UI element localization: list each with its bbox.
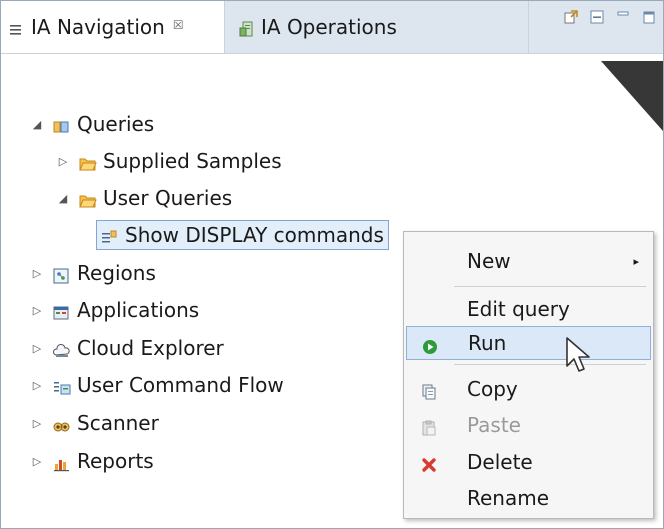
- tab-bar: IA Navigation ☒ IA Operations: [1, 1, 663, 54]
- view-toolbar: [563, 9, 657, 25]
- menu-item-label: New: [467, 249, 511, 273]
- tree-item-regions[interactable]: ▷ Regions: [31, 256, 156, 290]
- menu-item-label: Copy: [467, 377, 518, 401]
- tree-item-label: Cloud Explorer: [77, 336, 224, 360]
- operations-icon: [239, 19, 253, 37]
- collapsed-twisty-icon[interactable]: ▷: [31, 417, 43, 430]
- tab-ia-operations[interactable]: IA Operations: [225, 1, 529, 53]
- scanner-icon: [53, 415, 70, 432]
- tree-item-label: User Queries: [103, 186, 233, 210]
- paste-icon: [421, 417, 437, 436]
- query-icon: [101, 227, 117, 243]
- maximize-icon[interactable]: [641, 9, 657, 25]
- tab-ia-navigation[interactable]: IA Navigation ☒: [1, 1, 225, 53]
- tree-item-applications[interactable]: ▷ Applications: [31, 293, 199, 327]
- tree-item-show-display-commands[interactable]: Show DISPLAY commands: [96, 218, 389, 252]
- menu-item-delete[interactable]: Delete: [406, 445, 651, 479]
- collapsed-twisty-icon[interactable]: ▷: [31, 455, 43, 468]
- cloud-explorer-icon: [52, 340, 70, 357]
- tab-bar-filler: [529, 1, 663, 53]
- menu-item-label: Rename: [467, 486, 550, 510]
- close-tab-icon[interactable]: ☒: [173, 18, 184, 32]
- submenu-arrow-icon: ▸: [633, 254, 639, 268]
- menu-item-label: Edit query: [467, 297, 570, 321]
- collapsed-twisty-icon[interactable]: ▷: [31, 304, 43, 317]
- collapsed-twisty-icon[interactable]: ▷: [31, 379, 43, 392]
- tree-item-label: Reports: [77, 449, 154, 473]
- command-flow-icon: [53, 377, 71, 395]
- folder-icon: [79, 190, 97, 208]
- applications-icon: [53, 302, 69, 320]
- tree-item-label: Regions: [77, 261, 156, 285]
- collapsed-twisty-icon[interactable]: ▷: [31, 267, 43, 280]
- tree-item-label: Supplied Samples: [103, 149, 282, 173]
- tree-item-label: Scanner: [77, 411, 159, 435]
- collapsed-twisty-icon[interactable]: ▷: [57, 155, 69, 168]
- menu-separator: [454, 364, 646, 365]
- regions-icon: [53, 265, 69, 284]
- menu-separator: [454, 286, 646, 287]
- menu-item-edit-query[interactable]: Edit query: [406, 292, 651, 326]
- minimize-icon[interactable]: [615, 9, 631, 25]
- expanded-twisty-icon[interactable]: ◢: [57, 192, 69, 205]
- collapse-all-icon[interactable]: [589, 9, 605, 25]
- menu-item-new[interactable]: New ▸: [406, 244, 651, 278]
- sync-icon[interactable]: [563, 9, 579, 25]
- tree-item-label: Queries: [77, 112, 155, 136]
- menu-item-paste[interactable]: Paste: [406, 408, 651, 442]
- tree-item-cloud-explorer[interactable]: ▷ Cloud Explorer: [31, 331, 224, 365]
- tree-item-supplied-samples[interactable]: ▷ Supplied Samples: [57, 144, 282, 178]
- context-menu: New ▸ Edit query Run Copy Paste Delete R…: [403, 231, 654, 519]
- tree-item-scanner[interactable]: ▷ Scanner: [31, 406, 159, 440]
- menu-item-rename[interactable]: Rename: [406, 481, 651, 515]
- mouse-pointer-icon: [566, 337, 590, 372]
- expanded-twisty-icon[interactable]: ◢: [31, 118, 43, 131]
- folder-icon: [79, 153, 97, 171]
- tab-label: IA Navigation: [31, 15, 165, 39]
- tree-item-queries[interactable]: ◢ Queries: [31, 107, 154, 141]
- menu-item-label: Paste: [467, 413, 521, 437]
- queries-icon: [53, 116, 69, 133]
- menu-item-run[interactable]: Run: [406, 326, 651, 360]
- reports-icon: [53, 453, 69, 472]
- collapsed-twisty-icon[interactable]: ▷: [31, 342, 43, 355]
- menu-item-copy[interactable]: Copy: [406, 372, 651, 406]
- run-icon: [422, 336, 438, 354]
- menu-item-label: Delete: [467, 450, 533, 474]
- navigation-view: IA Navigation ☒ IA Operations ◢ Queries …: [0, 0, 664, 529]
- tree-item-user-queries[interactable]: ◢ User Queries: [57, 181, 232, 215]
- tree-item-label: User Command Flow: [77, 373, 284, 397]
- tree-item-user-command-flow[interactable]: ▷ User Command Flow: [31, 368, 284, 402]
- copy-icon: [421, 381, 437, 400]
- tree-item-reports[interactable]: ▷ Reports: [31, 444, 154, 478]
- tab-label: IA Operations: [261, 15, 397, 39]
- selection-highlight: Show DISPLAY commands: [96, 220, 389, 250]
- navigation-list-icon: [9, 19, 23, 35]
- tree-item-label: Applications: [77, 298, 200, 322]
- menu-item-label: Run: [468, 331, 507, 355]
- tree-item-label: Show DISPLAY commands: [125, 223, 384, 247]
- delete-icon: [421, 454, 437, 472]
